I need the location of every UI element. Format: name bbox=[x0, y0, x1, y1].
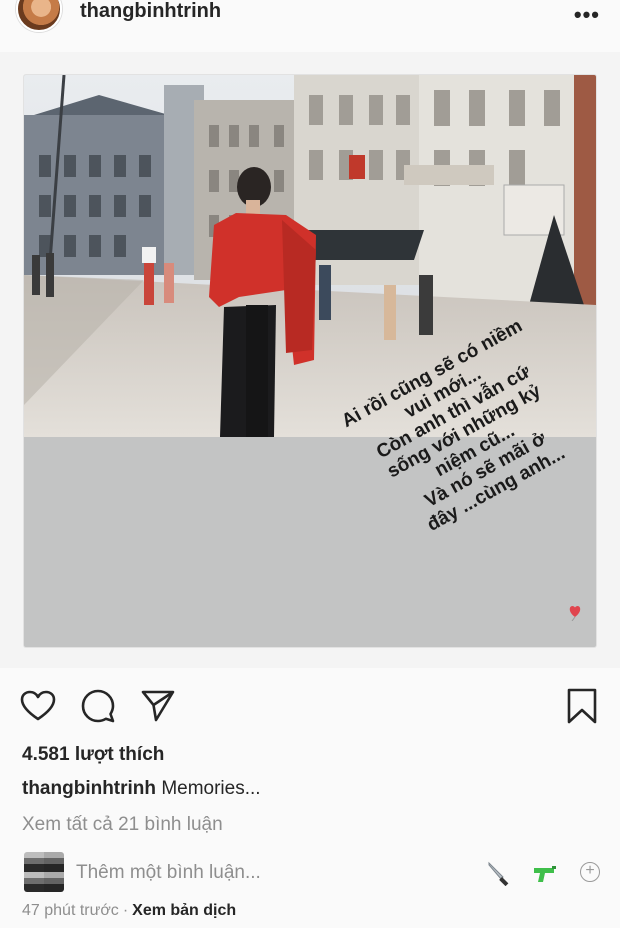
post-header: thangbinhtrinh ••• bbox=[0, 0, 620, 46]
post-actions bbox=[0, 686, 620, 730]
bookmark-icon[interactable] bbox=[562, 686, 602, 726]
story-screenshot: Ai rồi cũng sẽ có niềm vui mới... Còn an… bbox=[24, 75, 596, 647]
view-all-comments-link[interactable]: Xem tất cả 21 bình luận bbox=[22, 814, 223, 836]
post-media[interactable]: Ai rồi cũng sẽ có niềm vui mới... Còn an… bbox=[0, 52, 620, 668]
avatar[interactable] bbox=[16, 0, 62, 32]
add-emoji-icon[interactable]: + bbox=[580, 862, 600, 882]
water-pistol-emoji[interactable] bbox=[532, 860, 558, 886]
post-caption: thangbinhtrinh Memories... bbox=[22, 778, 261, 800]
comment-icon[interactable] bbox=[78, 686, 118, 726]
paper-plane-icon[interactable] bbox=[138, 686, 178, 726]
post-username[interactable]: thangbinhtrinh bbox=[80, 0, 221, 23]
more-options-icon[interactable]: ••• bbox=[574, 2, 600, 28]
heart-icon[interactable] bbox=[18, 686, 58, 726]
add-comment-row: Thêm một bình luận... + bbox=[0, 850, 620, 894]
caption-text: Memories... bbox=[161, 778, 261, 799]
comment-input[interactable]: Thêm một bình luận... bbox=[76, 862, 261, 884]
post-footer: 47 phút trước · Xem bản dịch bbox=[22, 902, 236, 920]
see-translation-link[interactable]: Xem bản dịch bbox=[132, 902, 236, 919]
heart-balloon-icon bbox=[566, 603, 584, 622]
caption-username[interactable]: thangbinhtrinh bbox=[22, 778, 156, 799]
knife-emoji[interactable] bbox=[486, 860, 512, 886]
like-count[interactable]: 4.581 lượt thích bbox=[22, 744, 164, 766]
separator: · bbox=[122, 902, 129, 919]
avatar bbox=[24, 852, 64, 892]
post-timestamp: 47 phút trước bbox=[22, 902, 119, 919]
